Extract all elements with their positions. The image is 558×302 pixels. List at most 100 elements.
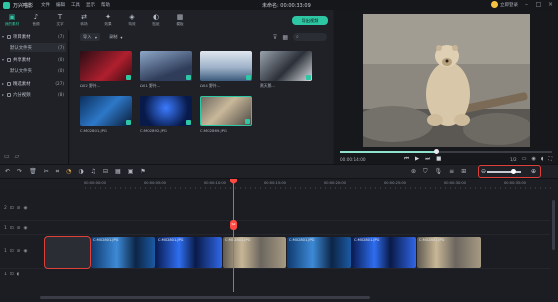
voiceover-icon[interactable]: ≡ <box>449 168 454 176</box>
media-thumb-4[interactable] <box>260 51 312 81</box>
tool-audio[interactable]: ♪ 音频 <box>24 10 48 30</box>
grid-view-icon[interactable]: ▦ <box>282 34 288 41</box>
camera-icon[interactable]: ◉ <box>531 156 535 162</box>
menu-view[interactable]: 显示 <box>86 2 95 8</box>
minimize-icon[interactable]: – <box>523 1 530 8</box>
tree-item-shared-media[interactable]: ▾ 共享素材 (0) <box>2 55 66 64</box>
ruler-label: 00:00:30:00 <box>444 181 466 185</box>
redo-icon[interactable]: ↷ <box>17 168 22 176</box>
login-button[interactable]: 立即登录 <box>491 1 518 8</box>
link-icon[interactable]: ⊘ <box>17 206 21 211</box>
empty-clip-slot[interactable] <box>44 236 91 269</box>
tree-item-six-video[interactable]: ▸ 六分视频 (8) <box>2 90 66 99</box>
tool-transition[interactable]: ⇄ 转场 <box>72 10 96 30</box>
media-thumb-2[interactable] <box>140 51 192 81</box>
green-screen-icon[interactable]: ▣ <box>128 168 134 176</box>
search-input[interactable]: ⌕ <box>293 33 327 41</box>
tree-item-shared-default-folder[interactable]: 默认文件夹 (0) <box>10 66 66 75</box>
shield-icon[interactable]: ⛉ <box>423 168 428 176</box>
lock-icon[interactable]: ⊡ <box>10 249 14 254</box>
timeline-clip[interactable]: C:M02801.JPG <box>287 237 351 268</box>
tool-effects[interactable]: ✦ 效果 <box>96 10 120 30</box>
monitor-icon[interactable]: ▭ <box>522 156 527 162</box>
close-icon[interactable]: × <box>547 1 554 8</box>
mic-icon[interactable]: 🎙 <box>435 168 443 176</box>
link-icon[interactable]: ⊘ <box>17 249 21 254</box>
maximize-icon[interactable]: □ <box>535 1 542 8</box>
menu-tools[interactable]: 工具 <box>71 2 80 8</box>
open-folder-icon[interactable]: ▱ <box>15 153 20 160</box>
eye-icon[interactable]: ◉ <box>23 226 27 231</box>
media-caption: Ω04 野外… <box>200 83 221 88</box>
media-thumb-1[interactable] <box>80 51 132 81</box>
tree-item-featured-media[interactable]: ▸ 精选素材 (27) <box>2 79 66 88</box>
delete-icon[interactable]: 🗑 <box>29 168 37 176</box>
check-icon <box>306 75 311 80</box>
stop-icon[interactable]: ■ <box>436 156 441 163</box>
media-thumb-7[interactable] <box>200 96 252 126</box>
timeline-horizontal-scrollbar[interactable] <box>40 296 370 299</box>
filter-icon[interactable]: ⊽ <box>273 34 277 41</box>
search-icon: ⌕ <box>296 34 299 40</box>
export-button[interactable]: 导出视频 <box>292 16 328 25</box>
volume-icon[interactable]: ◖ <box>541 156 544 162</box>
detach-icon[interactable]: ⊟ <box>103 168 108 176</box>
next-frame-icon[interactable]: ⏭ <box>425 156 430 163</box>
zoom-in-icon[interactable]: ⊕ <box>531 168 536 175</box>
document-title: 未命名: 00:00:33:09 <box>262 3 311 9</box>
timeline-ruler[interactable]: 00:00:00:00 00:00:05:00 00:00:10:00 00:0… <box>0 180 558 190</box>
menu-file[interactable]: 文件 <box>41 2 50 8</box>
tree-item-label: 六分视频 <box>13 92 31 98</box>
menu-edit[interactable]: 编辑 <box>56 2 65 8</box>
timeline-vertical-scrollbar[interactable] <box>552 200 555 250</box>
timeline-clip[interactable]: C:M02801.JPG <box>91 237 155 268</box>
timeline-clip[interactable]: C:M02801.JPG <box>417 237 481 268</box>
progress-knob[interactable] <box>434 149 439 154</box>
import-dropdown[interactable]: 导入 ▾ <box>80 33 100 41</box>
zoom-knob[interactable] <box>511 169 516 174</box>
audio-icon[interactable]: ♫ <box>91 168 96 176</box>
render-icon[interactable]: ⊛ <box>411 168 416 176</box>
media-thumb-5[interactable] <box>80 96 132 126</box>
preview-ratio[interactable]: 1/2 <box>510 157 517 162</box>
timeline-clip[interactable]: C:M02801.JPG <box>352 237 416 268</box>
crop-icon[interactable]: ⌗ <box>56 168 59 176</box>
tool-template[interactable]: ▦ 模板 <box>168 10 192 30</box>
fullscreen-icon[interactable]: ⛶ <box>548 156 552 162</box>
play-icon[interactable]: ▶ <box>415 156 419 163</box>
tool-text[interactable]: T 文字 <box>48 10 72 30</box>
zoom-out-icon[interactable]: ⊖ <box>481 168 486 175</box>
preview-progress-bar[interactable] <box>340 149 552 154</box>
marker-icon[interactable]: ⚑ <box>140 168 145 176</box>
previous-frame-icon[interactable]: ⏮ <box>404 156 409 163</box>
record-dropdown[interactable]: 录制 ▾ <box>106 33 126 41</box>
template-icon: ▦ <box>176 13 184 21</box>
color-icon[interactable]: ◑ <box>78 168 83 176</box>
lock-icon[interactable]: ⊡ <box>10 226 14 231</box>
timeline-clip[interactable]: C:M02801.JPG <box>156 237 222 268</box>
menu-help[interactable]: 帮助 <box>101 2 110 8</box>
link-icon[interactable]: ⊘ <box>17 226 21 231</box>
ruler-label: 00:00:00:00 <box>84 181 106 185</box>
tool-sticker[interactable]: ◐ 贴纸 <box>144 10 168 30</box>
lock-icon[interactable]: ⊡ <box>10 272 14 277</box>
snapshot-icon[interactable]: ⊞ <box>461 168 466 176</box>
mosaic-icon[interactable]: ▦ <box>115 168 121 176</box>
undo-icon[interactable]: ↶ <box>5 168 10 176</box>
main-toolbar: ▣ 我的素材 ♪ 音频 T 文字 ⇄ 转场 ✦ 效果 ◈ 特效 ◐ 贴纸 ▦ 模… <box>0 10 333 30</box>
cut-icon[interactable]: ✂ <box>44 168 49 176</box>
media-thumb-3[interactable] <box>200 51 252 81</box>
eye-icon[interactable]: ◉ <box>23 249 27 254</box>
tree-item-project-media[interactable]: ▾ 项目素材 (7) <box>2 32 66 41</box>
split-at-playhead-icon[interactable]: ✂ <box>230 220 237 230</box>
tree-item-default-folder[interactable]: 默认文件夹 (7) <box>10 43 66 52</box>
media-thumb-6[interactable] <box>140 96 192 126</box>
eye-icon[interactable]: ◉ <box>23 206 27 211</box>
tool-element[interactable]: ◈ 特效 <box>120 10 144 30</box>
lock-icon[interactable]: ⊡ <box>10 206 14 211</box>
tool-template-label: 模板 <box>176 22 184 26</box>
volume-icon[interactable]: ◖ <box>17 272 19 277</box>
new-folder-icon[interactable]: ▭ <box>4 153 10 160</box>
tool-media[interactable]: ▣ 我的素材 <box>0 10 24 30</box>
speed-icon[interactable]: ◔ <box>66 168 71 176</box>
